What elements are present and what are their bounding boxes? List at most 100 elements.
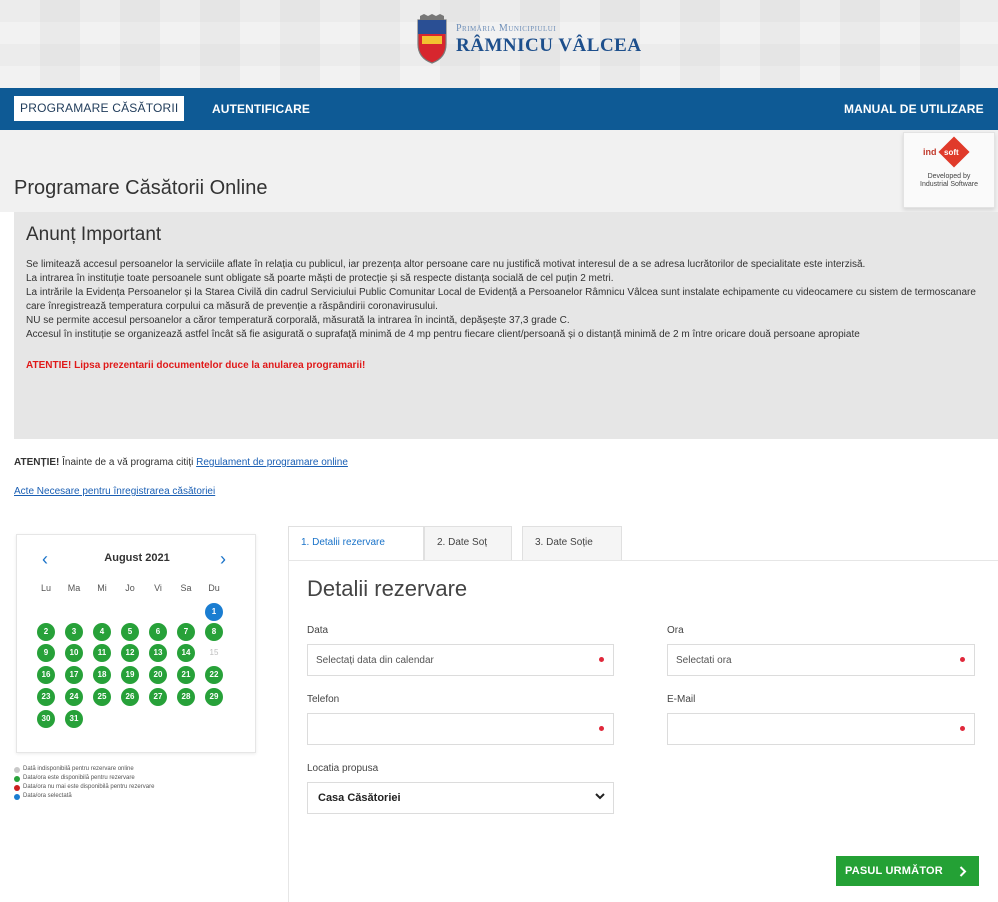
required-icon xyxy=(599,657,604,662)
weekday-label: Du xyxy=(208,583,220,593)
locatia-select[interactable]: Casa Căsătoriei xyxy=(307,782,614,814)
chevron-down-icon xyxy=(595,793,605,800)
calendar-day[interactable]: 23 xyxy=(37,688,55,706)
calendar-day[interactable]: 25 xyxy=(93,688,111,706)
legend-text: Data/ora selectată xyxy=(23,793,72,799)
indsoft-logo-icon: ind soft xyxy=(923,136,975,168)
attention-text: Înainte de a vă programa citiți xyxy=(59,457,197,468)
calendar-day: 15 xyxy=(209,648,219,657)
calendar-day[interactable]: 20 xyxy=(149,666,167,684)
legend-dot-icon xyxy=(14,775,20,782)
calendar-day[interactable]: 31 xyxy=(65,710,83,728)
calendar-day[interactable]: 26 xyxy=(121,688,139,706)
data-field[interactable]: Selectați data din calendar xyxy=(307,644,614,676)
locatia-selected: Casa Căsătoriei xyxy=(318,792,401,804)
ora-placeholder: Selectati ora xyxy=(676,655,732,666)
email-field[interactable] xyxy=(667,713,975,745)
next-step-label: PASUL URMĂTOR xyxy=(845,865,943,877)
weekday-label: Lu xyxy=(40,583,51,593)
required-icon xyxy=(960,726,965,731)
weekday-label: Mi xyxy=(97,583,107,593)
announcement-line: La intrările la Evidența Persoanelor și … xyxy=(26,287,976,312)
calendar-day[interactable]: 8 xyxy=(205,623,223,641)
nav-programare-casatorii[interactable]: PROGRAMARE CĂSĂTORII xyxy=(14,96,185,121)
telefon-field[interactable] xyxy=(307,713,614,745)
calendar-day[interactable]: 6 xyxy=(149,623,167,641)
city-logo[interactable]: Primăria Municipiului RÂMNICU VÂLCEA xyxy=(414,14,642,64)
regulament-link[interactable]: Regulament de programare online xyxy=(196,457,348,468)
org-name: RÂMNICU VÂLCEA xyxy=(456,34,642,56)
data-label: Data xyxy=(307,625,329,636)
next-month-icon[interactable]: › xyxy=(220,549,226,570)
acte-necesare-link[interactable]: Acte Necesare pentru înregistrarea căsăt… xyxy=(14,486,215,497)
nav-autentificare[interactable]: AUTENTIFICARE xyxy=(212,102,310,116)
calendar-day[interactable]: 2 xyxy=(37,623,55,641)
calendar-day[interactable]: 7 xyxy=(177,623,195,641)
legend-text: Data/ora este disponibilă pentru rezerva… xyxy=(23,775,135,781)
nav-manual-utilizare[interactable]: MANUAL DE UTILIZARE xyxy=(844,102,984,116)
weekday-label: Sa xyxy=(180,583,192,593)
tab-date-sot[interactable]: 2. Date Soț xyxy=(424,526,512,560)
indsoft-badge[interactable]: ind soft Developed by Industrial Softwar… xyxy=(903,132,995,208)
telefon-label: Telefon xyxy=(307,694,340,705)
org-top-text: Primăria Municipiului xyxy=(456,22,557,34)
weekday-label: Jo xyxy=(125,583,135,593)
calendar-day[interactable]: 18 xyxy=(93,666,111,684)
locatia-label: Locatia propusa xyxy=(307,763,379,774)
date-calendar: ‹ August 2021 › Lu Ma Mi Jo Vi Sa Du 123… xyxy=(16,534,256,753)
calendar-day[interactable]: 17 xyxy=(65,666,83,684)
legend-item: Data/ora este disponibilă pentru rezerva… xyxy=(14,774,154,783)
calendar-day[interactable]: 13 xyxy=(149,644,167,662)
legend-item: Data/ora nu mai este disponibilă pentru … xyxy=(14,783,154,792)
header-banner: Primăria Municipiului RÂMNICU VÂLCEA xyxy=(0,0,998,88)
announcement-line: Accesul în instituție se organizează ast… xyxy=(26,329,860,340)
calendar-day[interactable]: 9 xyxy=(37,644,55,662)
legend-item: Data/ora selectată xyxy=(14,792,154,801)
ora-field[interactable]: Selectati ora xyxy=(667,644,975,676)
announcement-panel: Anunț Important Se limitează accesul per… xyxy=(14,212,998,439)
calendar-day[interactable]: 1 xyxy=(205,603,223,621)
legend-text: Dată indisponibilă pentru rezervare onli… xyxy=(23,766,134,772)
required-icon xyxy=(960,657,965,662)
legend-item: Dată indisponibilă pentru rezervare onli… xyxy=(14,765,154,774)
main-nav: PROGRAMARE CĂSĂTORII AUTENTIFICARE MANUA… xyxy=(0,88,998,130)
tab-detalii-rezervare[interactable]: 1. Detalii rezervare xyxy=(288,526,424,561)
calendar-day[interactable]: 12 xyxy=(121,644,139,662)
announcement-heading: Anunț Important xyxy=(26,224,162,245)
calendar-day[interactable]: 14 xyxy=(177,644,195,662)
attention-notice: ATENȚIE! Înainte de a vă programa citiți… xyxy=(14,457,348,468)
calendar-day[interactable]: 4 xyxy=(93,623,111,641)
calendar-day[interactable]: 28 xyxy=(177,688,195,706)
page-title: Programare Căsătorii Online xyxy=(14,177,268,199)
legend-text: Data/ora nu mai este disponibilă pentru … xyxy=(23,784,155,790)
calendar-legend: Dată indisponibilă pentru rezervare onli… xyxy=(14,765,154,801)
calendar-day[interactable]: 10 xyxy=(65,644,83,662)
calendar-day[interactable]: 29 xyxy=(205,688,223,706)
calendar-day[interactable]: 11 xyxy=(93,644,111,662)
weekday-label: Vi xyxy=(154,583,162,593)
announcement-line: Se limitează accesul persoanelor la serv… xyxy=(26,259,866,270)
legend-dot-icon xyxy=(14,784,20,791)
email-label: E-Mail xyxy=(667,694,696,705)
calendar-day[interactable]: 5 xyxy=(121,623,139,641)
developed-by-text: Developed by Industrial Software xyxy=(920,173,978,188)
calendar-day[interactable]: 16 xyxy=(37,666,55,684)
next-step-button[interactable]: PASUL URMĂTOR xyxy=(836,856,979,886)
calendar-day[interactable]: 24 xyxy=(65,688,83,706)
calendar-day[interactable]: 19 xyxy=(121,666,139,684)
calendar-day[interactable]: 27 xyxy=(149,688,167,706)
attention-label: ATENȚIE! xyxy=(14,457,60,468)
ora-label: Ora xyxy=(667,625,684,636)
title-area: Programare Căsătorii Online xyxy=(0,130,998,212)
calendar-day[interactable]: 21 xyxy=(177,666,195,684)
tab-date-sotie[interactable]: 3. Date Soție xyxy=(522,526,622,560)
calendar-day[interactable]: 22 xyxy=(205,666,223,684)
calendar-day[interactable]: 3 xyxy=(65,623,83,641)
announcement-line: NU se permite accesul persoanelor a căro… xyxy=(26,315,570,326)
legend-dot-icon xyxy=(14,766,20,773)
calendar-day[interactable]: 30 xyxy=(37,710,55,728)
announcement-warning: ATENTIE! Lipsa prezentarii documentelor … xyxy=(26,360,366,371)
data-placeholder: Selectați data din calendar xyxy=(316,655,434,666)
required-icon xyxy=(599,726,604,731)
form-title: Detalii rezervare xyxy=(307,576,468,601)
